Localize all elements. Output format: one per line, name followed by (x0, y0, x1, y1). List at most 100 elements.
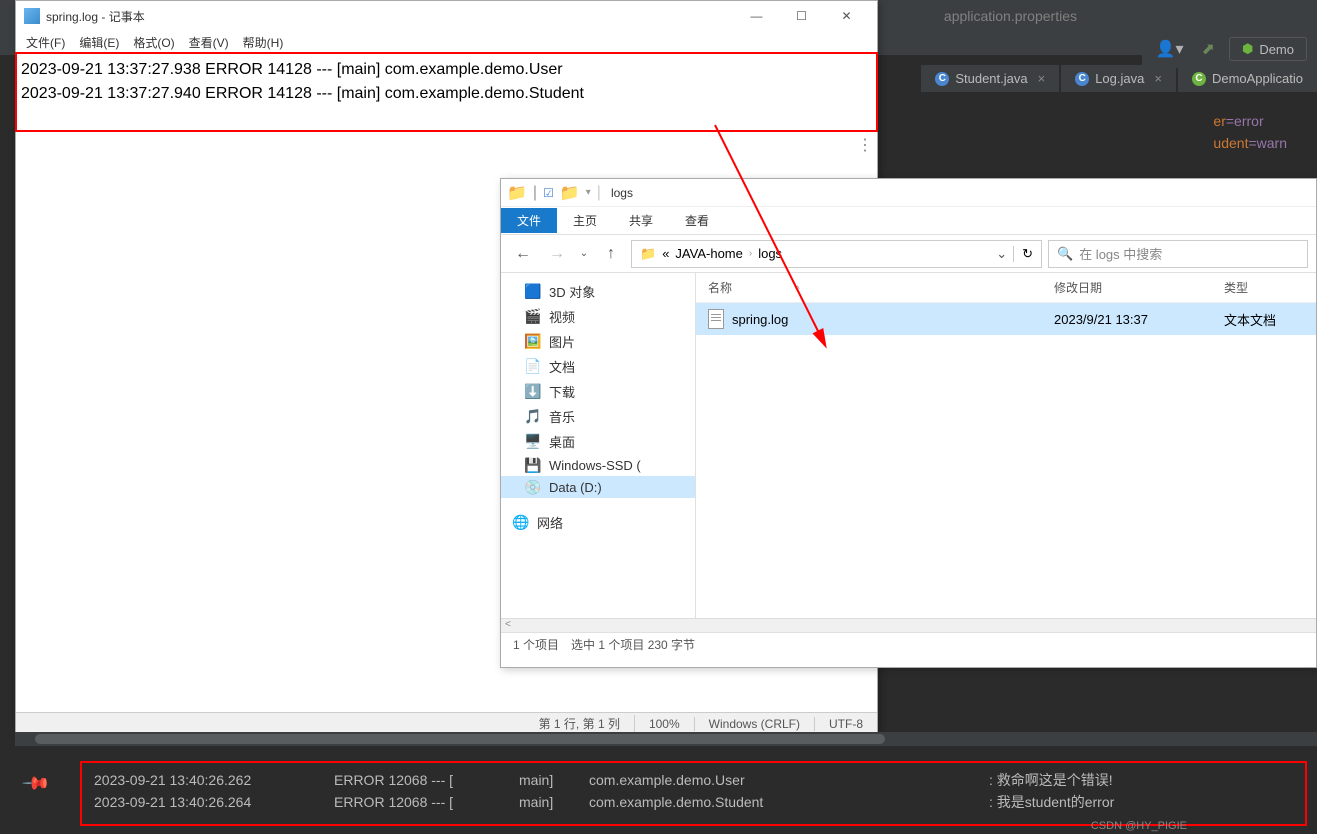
checkbox-icon[interactable]: ☑ (543, 186, 554, 200)
spring-icon: C (1192, 72, 1206, 86)
sidebar-item-videos[interactable]: 🎬 视频 (501, 304, 695, 329)
user-icon[interactable]: 👤▾ (1152, 35, 1188, 63)
ide-title: application.properties (944, 8, 1077, 24)
class-name: com.example.demo.Student (589, 791, 989, 813)
tab-demoapp[interactable]: C DemoApplicatio (1178, 65, 1317, 92)
sidebar-item-music[interactable]: 🎵 音乐 (501, 404, 695, 429)
up-button[interactable]: ↑ (597, 240, 625, 268)
sidebar-item-documents[interactable]: 📄文档 (501, 354, 695, 379)
text-file-icon (708, 309, 724, 329)
sidebar-item-pictures[interactable]: 🖼️图片 (501, 329, 695, 354)
menu-help[interactable]: 帮助(H) (237, 32, 290, 53)
sidebar-item-label: 桌面 (549, 432, 575, 451)
sidebar-item-data-d[interactable]: 💿Data (D:) (501, 476, 695, 498)
folder-icon: 📁 (560, 183, 580, 203)
class-name: com.example.demo.User (589, 769, 989, 791)
menu-view[interactable]: 查看(V) (183, 32, 235, 53)
minimize-button[interactable]: — (734, 1, 779, 31)
notepad-titlebar[interactable]: spring.log - 记事本 — ☐ ✕ (16, 1, 877, 31)
document-icon: 📄 (525, 359, 541, 375)
video-icon: 🎬 (525, 309, 541, 325)
close-icon[interactable]: × (1154, 71, 1162, 86)
ribbon-view[interactable]: 查看 (669, 208, 725, 233)
music-icon: 🎵 (525, 409, 541, 425)
ribbon-file[interactable]: 文件 (501, 208, 557, 233)
explorer-scrollbar[interactable]: < (501, 618, 1316, 632)
notepad-app-icon (24, 8, 40, 24)
run-config-label: Demo (1259, 42, 1294, 57)
sidebar-item-label: 网络 (537, 513, 563, 532)
dropdown-icon[interactable]: ▾ (586, 187, 591, 198)
forward-button[interactable]: → (543, 240, 571, 268)
col-name[interactable]: 名称 ^ (708, 279, 1054, 296)
java-icon: C (1075, 72, 1089, 86)
sidebar-item-windows-ssd[interactable]: 💾Windows-SSD ( (501, 454, 695, 476)
message: : 救命啊这是个错误! (989, 769, 1113, 791)
ide-scrollbar[interactable] (15, 732, 1317, 746)
ide-code-area[interactable]: er=error udent=warn (1213, 110, 1287, 155)
run-config-selector[interactable]: ⬢ Demo (1229, 37, 1307, 61)
breadcrumb-item[interactable]: logs (758, 246, 782, 261)
ribbon-share[interactable]: 共享 (613, 208, 669, 233)
explorer-window: 📁 | ☑ 📁 ▾ | logs 文件 主页 共享 查看 ← → ⌄ ↑ 📁 «… (500, 178, 1317, 668)
log-line: 2023-09-21 13:37:27.938 ERROR 14128 --- … (21, 58, 872, 82)
menu-format[interactable]: 格式(O) (127, 32, 180, 53)
3d-icon: 🟦 (525, 284, 541, 300)
sidebar-item-label: 音乐 (549, 407, 575, 426)
encoding: UTF-8 (815, 717, 877, 731)
menu-edit[interactable]: 编辑(E) (73, 32, 125, 53)
maximize-button[interactable]: ☐ (779, 1, 824, 31)
build-icon[interactable]: ⬈ (1198, 35, 1219, 63)
thread: main] (519, 769, 589, 791)
sidebar-item-network[interactable]: 🌐 网络 (501, 510, 695, 535)
scrollbar-thumb[interactable] (35, 734, 885, 744)
download-icon: ⬇️ (525, 384, 541, 400)
explorer-ribbon: 文件 主页 共享 查看 (501, 207, 1316, 235)
chevron-right-icon[interactable]: › (749, 248, 752, 259)
notepad-title: spring.log - 记事本 (46, 8, 734, 25)
ribbon-home[interactable]: 主页 (557, 208, 613, 233)
explorer-filelist: 名称 ^ 修改日期 类型 spring.log 2023/9/21 13:37 … (696, 273, 1316, 618)
menu-file[interactable]: 文件(F) (20, 32, 71, 53)
code-val: =warn (1248, 135, 1287, 151)
sidebar-item-3d[interactable]: 🟦3D 对象 (501, 279, 695, 304)
search-icon: 🔍 (1057, 246, 1073, 262)
notepad-content[interactable]: 2023-09-21 13:37:27.938 ERROR 14128 --- … (15, 52, 878, 132)
console-output[interactable]: 2023-09-21 13:40:26.262 ERROR 12068 --- … (80, 761, 1307, 826)
network-icon: 🌐 (513, 515, 529, 531)
sidebar-item-downloads[interactable]: ⬇️ 下载 (501, 379, 695, 404)
explorer-statusbar: 1 个项目 选中 1 个项目 230 字节 (501, 632, 1316, 656)
close-button[interactable]: ✕ (824, 1, 869, 31)
filelist-header: 名称 ^ 修改日期 类型 (696, 273, 1316, 303)
explorer-qat: 📁 | ☑ 📁 ▾ | logs (501, 179, 1316, 207)
sidebar-item-label: 视频 (549, 307, 575, 326)
breadcrumb-item[interactable]: JAVA-home (675, 246, 742, 261)
notepad-menubar: 文件(F) 编辑(E) 格式(O) 查看(V) 帮助(H) (16, 31, 877, 53)
collapse-icon[interactable]: ⋮ (857, 135, 873, 155)
search-input[interactable]: 🔍 在 logs 中搜索 (1048, 240, 1308, 268)
timestamp: 2023-09-21 13:40:26.262 (94, 769, 334, 791)
address-bar[interactable]: 📁 « JAVA-home › logs ⌄ ↻ (631, 240, 1042, 268)
back-button[interactable]: ← (509, 240, 537, 268)
file-type: 文本文档 (1224, 310, 1304, 329)
editor-tabs: C Student.java × C Log.java × C DemoAppl… (921, 65, 1317, 92)
col-date[interactable]: 修改日期 (1054, 279, 1224, 296)
timestamp: 2023-09-21 13:40:26.264 (94, 791, 334, 813)
sidebar-item-desktop[interactable]: 🖥️桌面 (501, 429, 695, 454)
sidebar-item-label: Data (D:) (549, 480, 602, 495)
code-val: =error (1226, 113, 1264, 129)
col-type[interactable]: 类型 (1224, 279, 1304, 296)
picture-icon: 🖼️ (525, 334, 541, 350)
tab-student[interactable]: C Student.java × (921, 65, 1059, 92)
file-row[interactable]: spring.log 2023/9/21 13:37 文本文档 (696, 303, 1316, 335)
file-name: spring.log (732, 312, 788, 327)
sidebar-item-label: Windows-SSD ( (549, 458, 641, 473)
folder-icon: 📁 (507, 183, 527, 203)
tab-log[interactable]: C Log.java × (1061, 65, 1176, 92)
pin-icon[interactable]: 📌 (21, 768, 52, 799)
recent-dropdown[interactable]: ⌄ (577, 240, 591, 268)
refresh-button[interactable]: ↻ (1013, 246, 1033, 262)
close-icon[interactable]: × (1038, 71, 1046, 86)
sidebar-item-label: 下载 (549, 382, 575, 401)
dropdown-icon[interactable]: ⌄ (996, 246, 1007, 262)
